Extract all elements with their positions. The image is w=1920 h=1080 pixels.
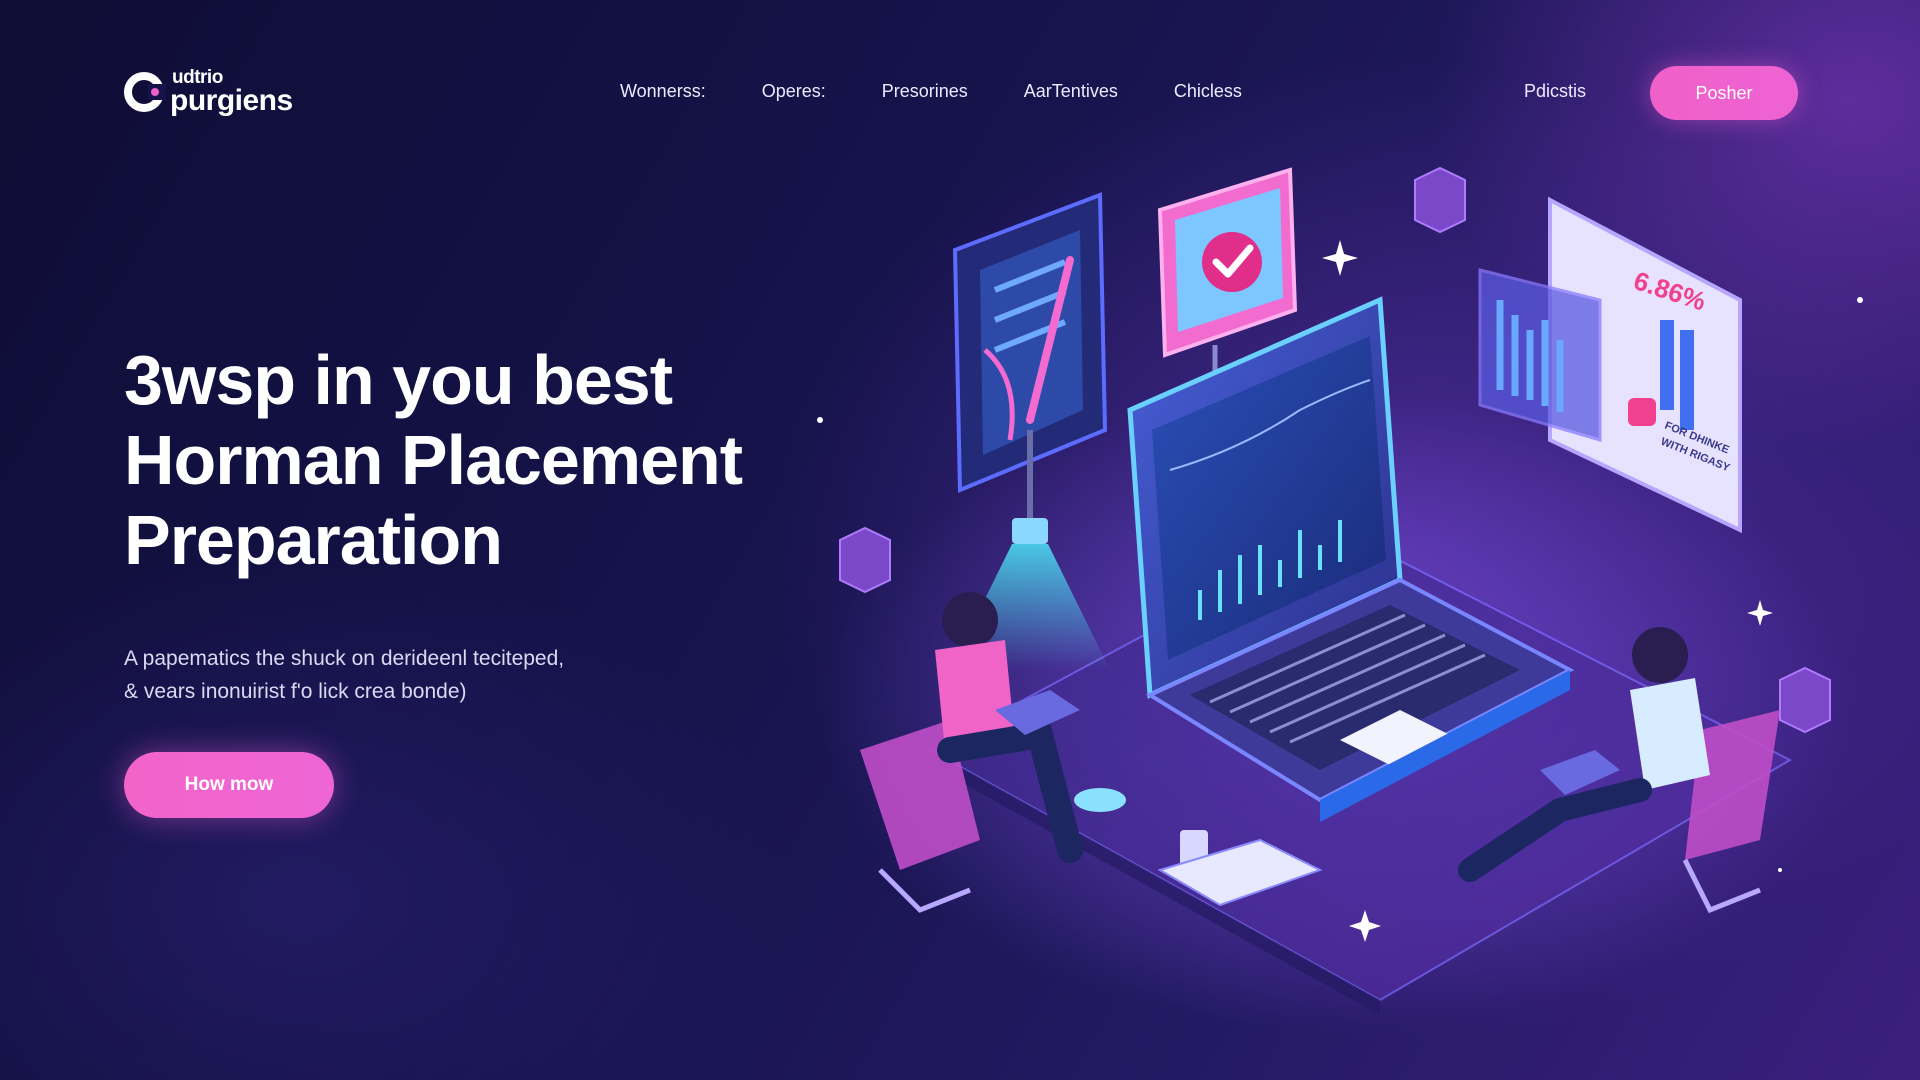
nav-item-2[interactable]: Operes: bbox=[762, 81, 826, 102]
hero-title: 3wsp in you best Horman Placement Prepar… bbox=[124, 340, 804, 580]
nav-item-5[interactable]: Chicless bbox=[1174, 81, 1242, 102]
logo[interactable]: udtrio purgiens bbox=[122, 68, 293, 116]
isometric-scene: 6.86% FOR DHINKE WITH RIGASY bbox=[817, 166, 1863, 1030]
logo-icon bbox=[122, 70, 166, 114]
nav-item-3[interactable]: Presorines bbox=[882, 81, 968, 102]
hero-subtitle-line-1: A papematics the shuck on derideenl teci… bbox=[124, 647, 565, 670]
nav-right-link[interactable]: Pdicstis bbox=[1524, 81, 1586, 102]
hero-title-line-3: Preparation bbox=[124, 501, 503, 579]
hero-title-line-2: Horman Placement bbox=[124, 421, 743, 499]
main-nav: Wonnerss: Operes: Presorines AarTentives… bbox=[620, 81, 1298, 102]
logo-text: udtrio purgiens bbox=[170, 68, 293, 116]
hero-title-line-1: 3wsp in you best bbox=[124, 341, 673, 419]
hero-illustration: 6.86% FOR DHINKE WITH RIGASY bbox=[780, 150, 1910, 1050]
nav-item-1[interactable]: Wonnerss: bbox=[620, 81, 706, 102]
hero-cta-button[interactable]: How mow bbox=[124, 752, 334, 818]
hero-subtitle-line-2: & vears inonuirist f'o lick crea bonde) bbox=[124, 680, 467, 703]
nav-item-4[interactable]: AarTentives bbox=[1024, 81, 1118, 102]
logo-text-bottom: purgiens bbox=[170, 84, 293, 117]
header-cta-button[interactable]: Posher bbox=[1650, 66, 1798, 120]
hero-subtitle: A papematics the shuck on derideenl teci… bbox=[124, 642, 684, 708]
landing-page: udtrio purgiens Wonnerss: Operes: Presor… bbox=[0, 0, 1920, 1080]
